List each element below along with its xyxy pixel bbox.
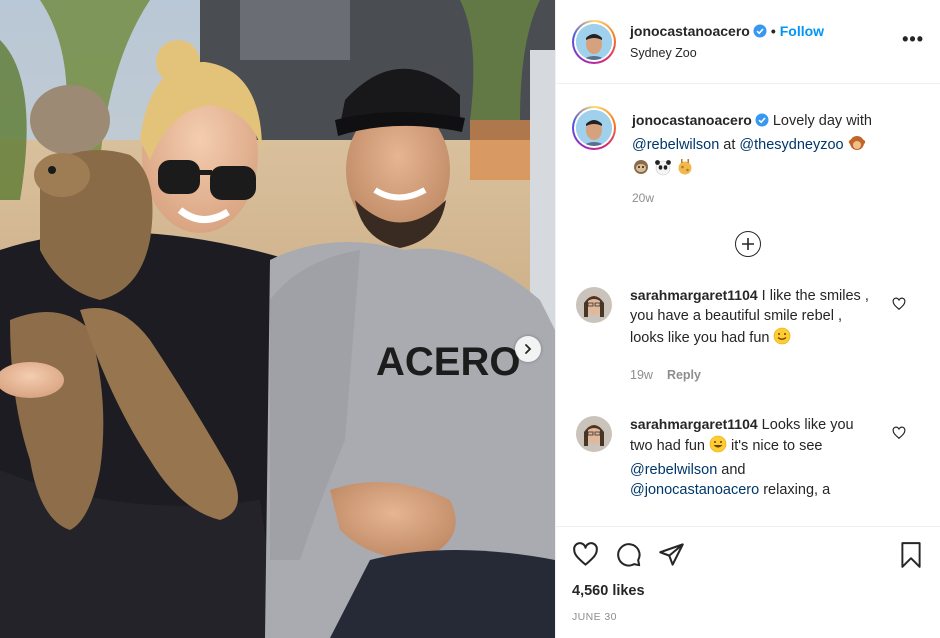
save-button[interactable] bbox=[898, 541, 924, 572]
author-username[interactable]: jonocastanoacero bbox=[630, 23, 750, 39]
commenter-avatar[interactable] bbox=[576, 286, 612, 323]
next-photo-button[interactable] bbox=[515, 336, 541, 362]
post-header: jonocastanoacero • Follow Sydney Zoo ••• bbox=[556, 0, 940, 84]
heart-icon bbox=[892, 426, 906, 439]
panda-emoji-icon bbox=[654, 158, 672, 183]
comment-text: it's nice to see bbox=[727, 438, 823, 454]
mention-link[interactable]: @rebelwilson bbox=[630, 462, 717, 478]
profile-photo-icon bbox=[576, 110, 612, 146]
more-options-button[interactable]: ••• bbox=[902, 30, 924, 48]
post-date[interactable]: JUNE 30 bbox=[572, 611, 924, 623]
caption-text-middle: at bbox=[719, 136, 740, 153]
giraffe-emoji-icon bbox=[676, 158, 694, 183]
profile-photo-icon bbox=[576, 286, 612, 323]
load-more-comments[interactable] bbox=[572, 230, 924, 257]
commenter-username[interactable]: sarahmargaret1104 bbox=[630, 416, 758, 432]
shirt-text: ACERO bbox=[376, 340, 520, 384]
comment-bubble-icon bbox=[617, 542, 641, 567]
caption-avatar[interactable] bbox=[572, 106, 616, 150]
comment-timestamp[interactable]: 19w bbox=[630, 368, 653, 382]
commenter-username[interactable]: sarahmargaret1104 bbox=[630, 287, 758, 303]
caption-text-start: Lovely day with bbox=[768, 113, 872, 129]
mention-link[interactable]: @thesydneyzoo bbox=[739, 137, 843, 153]
like-comment-button[interactable] bbox=[892, 426, 906, 443]
grin-emoji-icon bbox=[709, 435, 727, 460]
comment-text: relaxing, a bbox=[759, 482, 831, 498]
comment-item: sarahmargaret1104 I like the smiles , yo… bbox=[572, 285, 924, 386]
post-actions: 4,560 likes JUNE 30 bbox=[556, 526, 940, 638]
profile-photo-icon bbox=[576, 23, 612, 60]
instagram-post: ACERO jonocastanoacero • Follow Sydney Z… bbox=[0, 0, 940, 638]
commenter-avatar[interactable] bbox=[576, 415, 612, 452]
bookmark-icon bbox=[901, 542, 921, 568]
comment-text: and bbox=[717, 461, 746, 478]
caption-timestamp[interactable]: 20w bbox=[632, 191, 924, 205]
verified-badge-icon bbox=[755, 113, 769, 134]
send-icon bbox=[659, 542, 684, 566]
post-location[interactable]: Sydney Zoo bbox=[630, 43, 824, 63]
comments-section[interactable]: jonocastanoacero Lovely day with @rebelw… bbox=[556, 84, 940, 526]
mention-link[interactable]: @jonocastanoacero bbox=[630, 482, 759, 498]
comment-button[interactable] bbox=[615, 541, 642, 568]
caption-text: jonocastanoacero Lovely day with @rebelw… bbox=[632, 106, 924, 183]
plus-icon bbox=[742, 237, 754, 250]
sloth-emoji-icon bbox=[632, 158, 650, 183]
likes-count[interactable]: 4,560 likes bbox=[572, 583, 924, 599]
mention-link[interactable]: @rebelwilson bbox=[632, 137, 719, 153]
monkey-emoji-icon bbox=[848, 134, 866, 159]
like-comment-button[interactable] bbox=[892, 297, 906, 314]
author-avatar[interactable] bbox=[572, 19, 616, 64]
photo-scene: ACERO bbox=[0, 0, 555, 638]
follow-button[interactable]: Follow bbox=[780, 23, 824, 39]
post-panel: jonocastanoacero •Follow Sydney Zoo ••• bbox=[555, 0, 940, 638]
caption-username[interactable]: jonocastanoacero bbox=[632, 112, 752, 128]
chevron-right-icon bbox=[525, 344, 532, 354]
heart-icon bbox=[573, 541, 598, 566]
like-button[interactable] bbox=[572, 541, 599, 568]
verified-badge-icon bbox=[753, 23, 767, 43]
separator-dot: • bbox=[770, 22, 776, 39]
reply-button[interactable]: Reply bbox=[667, 368, 701, 382]
post-photo[interactable]: ACERO bbox=[0, 0, 555, 638]
profile-photo-icon bbox=[576, 415, 612, 452]
comment-item: sarahmargaret1104 Looks like you two had… bbox=[572, 414, 924, 501]
heart-icon bbox=[892, 297, 906, 310]
smile-emoji-icon bbox=[773, 327, 791, 352]
share-button[interactable] bbox=[658, 541, 685, 568]
caption: jonocastanoacero Lovely day with @rebelw… bbox=[572, 106, 924, 183]
